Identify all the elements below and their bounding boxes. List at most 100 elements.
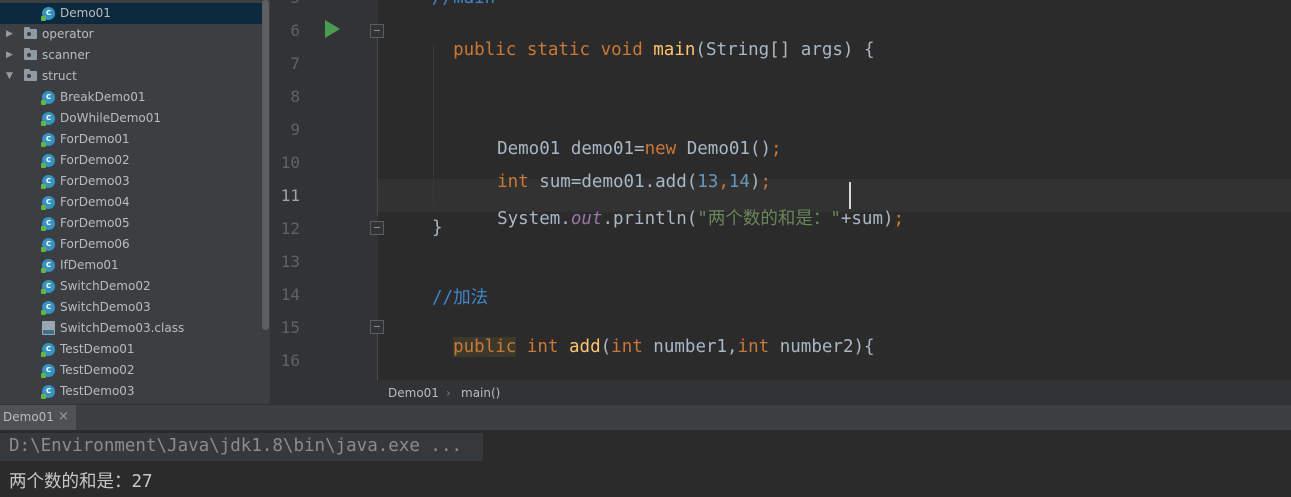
code-string: "两个数的和是：": [697, 209, 841, 229]
tree-item-fordemo03[interactable]: c ForDemo03: [0, 171, 262, 192]
tree-item-label: ForDemo03: [60, 174, 130, 188]
tree-item-fordemo02[interactable]: c ForDemo02: [0, 150, 262, 171]
java-class-icon: c: [41, 7, 55, 21]
fold-icon[interactable]: [370, 24, 384, 38]
java-class-icon: c: [41, 91, 55, 105]
breadcrumb-method[interactable]: main(): [461, 386, 500, 400]
code-text: number1,: [642, 337, 738, 357]
package-folder-icon: [24, 69, 37, 81]
code-keyword: int: [526, 337, 559, 357]
tree-item-label: SwitchDemo03.class: [60, 321, 185, 335]
java-class-icon: c: [41, 280, 55, 294]
console-output-line: 两个数的和是：27: [9, 472, 153, 492]
breadcrumb: Demo01 › main(): [270, 380, 1291, 405]
tree-item-demo01[interactable]: c Demo01: [0, 3, 262, 24]
code-text: (String[] args) {: [695, 40, 875, 60]
code-text: System.: [497, 209, 571, 229]
line-number: 10: [280, 153, 300, 172]
tree-item-testdemo01[interactable]: c TestDemo01: [0, 339, 262, 360]
code-keyword: public static void: [453, 40, 654, 60]
tree-item-label: TestDemo02: [60, 363, 135, 377]
code-method-name: add: [569, 337, 601, 357]
expand-arrow-icon[interactable]: ▶: [6, 24, 16, 45]
code-keyword: int: [611, 337, 643, 357]
code-line-comment: //main: [432, 0, 495, 8]
java-class-icon: c: [41, 301, 55, 315]
tree-item-label: DoWhileDemo01: [60, 111, 162, 125]
tree-item-testdemo03[interactable]: c TestDemo03: [0, 381, 262, 402]
tree-item-label: IfDemo01: [60, 258, 119, 272]
run-console[interactable]: D:\Environment\Java\jdk1.8\bin\java.exe …: [0, 430, 1291, 497]
java-class-icon: c: [41, 175, 55, 189]
run-tab-bar: Demo01 ×: [0, 404, 1291, 431]
tree-item-fordemo04[interactable]: c ForDemo04: [0, 192, 262, 213]
line-number-current: 11: [280, 186, 300, 205]
line-number: 7: [290, 54, 300, 73]
line-number: 9: [290, 120, 300, 139]
project-tree-panel: c Demo01 ▶ operator ▶ scanner ▼ struct c…: [0, 0, 270, 404]
java-class-icon: c: [41, 112, 55, 126]
code-line-comment: //加法: [432, 288, 489, 308]
code-keyword-highlighted: public: [453, 337, 517, 357]
breadcrumb-separator: ›: [446, 386, 451, 400]
code-semicolon: ;: [771, 139, 782, 159]
fold-icon[interactable]: [370, 221, 384, 235]
code-text: number2){: [769, 337, 875, 357]
run-tab[interactable]: Demo01 ×: [0, 405, 76, 431]
java-class-icon: c: [41, 133, 55, 147]
tree-item-label: Demo01: [60, 6, 111, 20]
tree-item-switchdemo02[interactable]: c SwitchDemo02: [0, 276, 262, 297]
tree-scrollbar[interactable]: [262, 0, 269, 330]
fold-icon[interactable]: [370, 320, 384, 334]
line-number: 13: [280, 252, 300, 271]
code-text: (: [600, 337, 612, 357]
tree-item-operator[interactable]: ▶ operator: [0, 24, 262, 45]
tree-item-label: scanner: [42, 48, 90, 62]
line-number: 8: [290, 87, 300, 106]
tree-item-label: SwitchDemo02: [60, 279, 151, 293]
tree-item-switchdemo03[interactable]: c SwitchDemo03: [0, 297, 262, 318]
tree-item-label: ForDemo02: [60, 153, 130, 167]
tree-item-label: ForDemo06: [60, 237, 130, 251]
breadcrumb-class[interactable]: Demo01: [388, 386, 439, 400]
tree-item-breakdemo01[interactable]: c BreakDemo01: [0, 87, 262, 108]
tree-item-label: TestDemo03: [60, 384, 135, 398]
tree-item-switchdemo03-class[interactable]: SwitchDemo03.class: [0, 318, 262, 339]
java-class-icon: c: [41, 217, 55, 231]
fold-guide: [377, 334, 378, 380]
tree-item-testdemo02[interactable]: c TestDemo02: [0, 360, 262, 381]
tree-item-label: TestDemo01: [60, 342, 135, 356]
tree-item-fordemo06[interactable]: c ForDemo06: [0, 234, 262, 255]
indent-guide: [433, 45, 434, 205]
code-line-main-signature: public static void main(String[] args) {: [432, 20, 875, 60]
tree-item-ifdemo01[interactable]: c IfDemo01: [0, 255, 262, 276]
close-icon[interactable]: ×: [58, 409, 69, 424]
fold-guide: [377, 38, 378, 216]
tree-item-label: struct: [42, 69, 77, 83]
class-file-icon: [42, 321, 55, 335]
tree-item-struct[interactable]: ▼ struct: [0, 66, 262, 87]
java-class-icon: c: [41, 238, 55, 252]
run-gutter-icon[interactable]: [325, 20, 340, 38]
line-number: 14: [280, 285, 300, 304]
expand-arrow-icon[interactable]: ▶: [6, 45, 16, 66]
code-method-name: main: [653, 40, 696, 60]
line-number: 5: [270, 0, 300, 7]
collapse-arrow-icon[interactable]: ▼: [6, 66, 16, 87]
run-tab-label: Demo01: [3, 410, 54, 424]
code-line-close-brace: }: [432, 218, 443, 238]
tree-item-scanner[interactable]: ▶ scanner: [0, 45, 262, 66]
tree-item-dowhiledemo01[interactable]: c DoWhileDemo01: [0, 108, 262, 129]
line-number: 12: [280, 219, 300, 238]
tree-item-fordemo05[interactable]: c ForDemo05: [0, 213, 262, 234]
java-class-icon: c: [41, 364, 55, 378]
text-caret: [849, 182, 851, 209]
code-static-field: out: [570, 209, 603, 229]
code-text: .println(: [602, 209, 698, 229]
line-number: 15: [280, 318, 300, 337]
tree-item-fordemo01[interactable]: c ForDemo01: [0, 129, 262, 150]
console-command-line: D:\Environment\Java\jdk1.8\bin\java.exe …: [9, 436, 463, 456]
tree-item-label: ForDemo01: [60, 132, 130, 146]
